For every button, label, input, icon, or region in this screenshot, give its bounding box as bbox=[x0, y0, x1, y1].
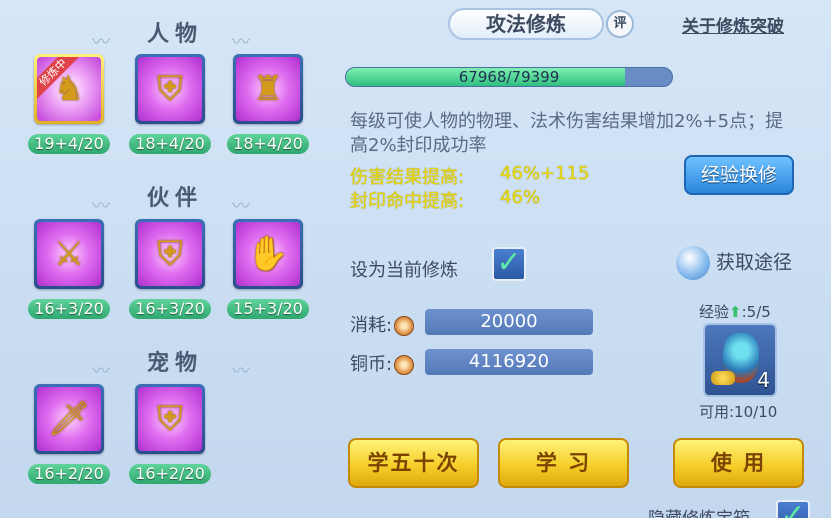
cost-label-text: 消耗: bbox=[350, 315, 393, 336]
hide-chest-checkbox[interactable]: ✓ bbox=[776, 500, 810, 518]
slot-level: 15+3/20 bbox=[227, 299, 309, 319]
section-title-partner: 伙伴 bbox=[147, 185, 204, 211]
item-count: 4 bbox=[757, 368, 770, 392]
exchange-experience-button[interactable]: 经验换修 bbox=[684, 155, 794, 195]
copper-value: 4116920 bbox=[425, 349, 593, 375]
slot-level: 16+3/20 bbox=[28, 299, 110, 319]
gem-icon bbox=[676, 246, 710, 280]
experience-progress-bar: 67968/79399 bbox=[345, 67, 673, 87]
cultivation-slot-partner-2[interactable]: ⛨ bbox=[135, 219, 205, 289]
experience-item-slot[interactable]: 4 bbox=[703, 323, 777, 397]
cost-label: 消耗: bbox=[350, 311, 415, 337]
cultivation-slot-partner-3[interactable]: ✋ bbox=[233, 219, 303, 289]
armored-warrior-icon: ♜ bbox=[252, 69, 284, 109]
slot-level: 16+3/20 bbox=[129, 299, 211, 319]
cultivation-slot-character-3[interactable]: ♜ bbox=[233, 54, 303, 124]
swirl-decoration: 〰 bbox=[92, 361, 110, 382]
use-button[interactable]: 使 用 bbox=[673, 438, 804, 488]
stat-value: 46%+115 bbox=[500, 163, 590, 184]
copper-label: 铜币: bbox=[350, 350, 415, 376]
slot-level: 19+4/20 bbox=[28, 134, 110, 154]
slot-level: 16+2/20 bbox=[28, 464, 110, 484]
swirl-decoration: 〰 bbox=[232, 361, 250, 382]
cost-value: 20000 bbox=[425, 309, 593, 335]
cultivation-description: 每级可使人物的物理、法术伤害结果增加2%+5点；提高2%封印成功率 bbox=[350, 111, 784, 156]
about-breakthrough-link[interactable]: 关于修炼突破 bbox=[682, 12, 784, 37]
learn-fifty-button[interactable]: 学五十次 bbox=[348, 438, 479, 488]
swirl-decoration: 〰 bbox=[92, 196, 110, 217]
tiger-sword-icon: ⚔ bbox=[53, 234, 85, 274]
coin-icon bbox=[394, 316, 415, 336]
tiger-hand-icon: ✋ bbox=[246, 234, 290, 274]
set-current-checkbox[interactable]: ✓ bbox=[492, 247, 526, 281]
swirl-decoration: 〰 bbox=[232, 32, 250, 53]
cultivation-slot-character-1[interactable]: 修炼中 ♞ bbox=[34, 54, 104, 124]
cultivation-slot-pet-1[interactable]: 🗡 bbox=[34, 384, 104, 454]
section-title-pet: 宠物 bbox=[147, 350, 204, 376]
cultivation-slot-character-2[interactable]: ⛨ bbox=[135, 54, 205, 124]
experience-counter: 经验⬆:5/5 bbox=[699, 301, 771, 322]
acquire-link[interactable]: 获取途径 bbox=[676, 246, 792, 280]
rate-icon[interactable]: 评 bbox=[606, 10, 634, 38]
shield-warrior-icon: ⛨ bbox=[157, 69, 183, 109]
hide-chest-label: 隐藏修炼宝箱 bbox=[648, 504, 750, 518]
stat-label: 封印命中提高: bbox=[350, 191, 465, 212]
checkmark-icon: ✓ bbox=[496, 245, 522, 280]
experience-value: :5/5 bbox=[741, 303, 771, 321]
item-available: 可用:10/10 bbox=[699, 403, 778, 421]
section-title-character: 人物 bbox=[147, 21, 204, 47]
cat-sword-icon: 🗡 bbox=[47, 399, 91, 439]
swirl-decoration: 〰 bbox=[92, 32, 110, 53]
arrow-up-icon: ⬆ bbox=[729, 303, 742, 321]
cultivation-slot-pet-2[interactable]: ⛨ bbox=[135, 384, 205, 454]
slot-level: 16+2/20 bbox=[129, 464, 211, 484]
learn-button[interactable]: 学 习 bbox=[498, 438, 629, 488]
copper-label-text: 铜币: bbox=[350, 354, 393, 375]
stat-value: 46% bbox=[500, 187, 541, 208]
coin-icon bbox=[394, 355, 415, 375]
swirl-decoration: 〰 bbox=[232, 196, 250, 217]
gold-coins-icon bbox=[711, 371, 735, 385]
tiger-shield-icon: ⛨ bbox=[157, 234, 183, 274]
cultivation-slot-partner-1[interactable]: ⚔ bbox=[34, 219, 104, 289]
acquire-label: 获取途径 bbox=[716, 251, 793, 274]
experience-label: 经验 bbox=[699, 303, 730, 321]
page-title: 攻法修炼 bbox=[448, 8, 604, 40]
slot-level: 18+4/20 bbox=[129, 134, 211, 154]
cat-shield-icon: ⛨ bbox=[157, 399, 183, 439]
progress-text: 67968/79399 bbox=[458, 68, 560, 86]
stat-label: 伤害结果提高: bbox=[350, 167, 465, 188]
checkmark-icon: ✓ bbox=[780, 498, 806, 518]
slot-level: 18+4/20 bbox=[227, 134, 309, 154]
set-current-label: 设为当前修炼 bbox=[350, 260, 458, 281]
